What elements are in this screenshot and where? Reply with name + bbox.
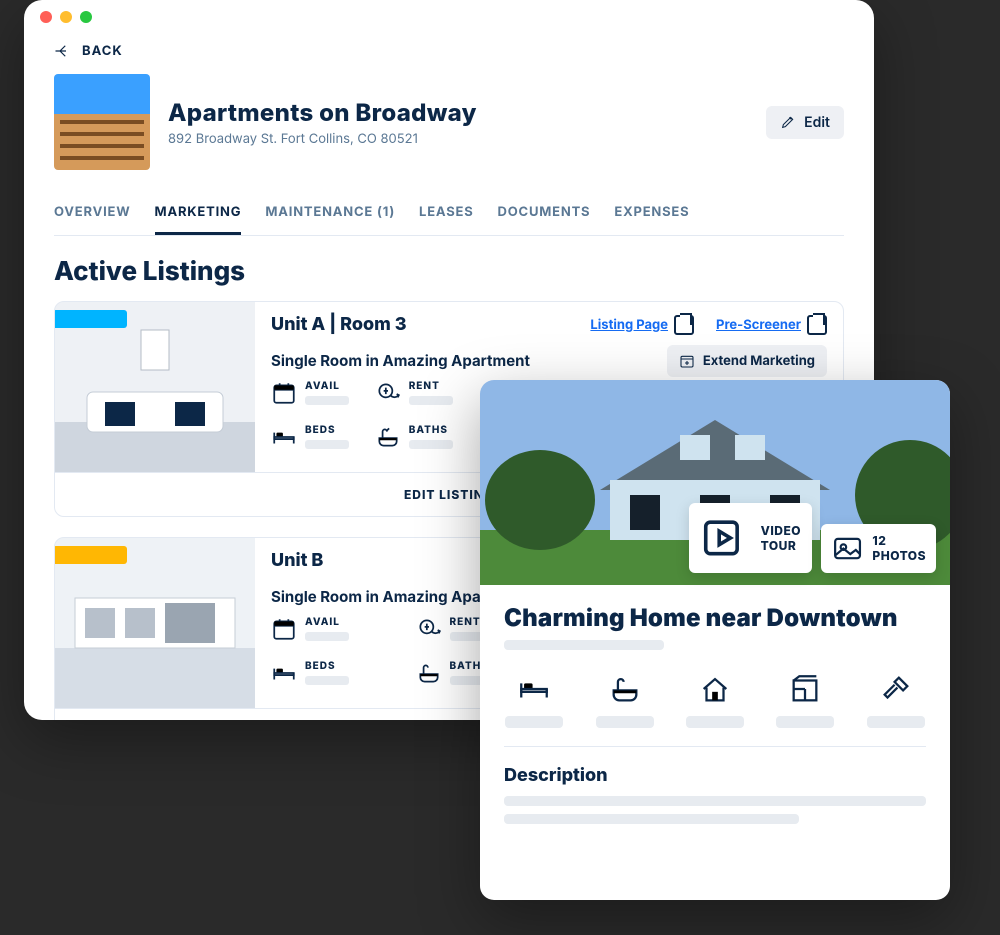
floorplan-icon — [784, 672, 826, 706]
property-title: Apartments on Broadway — [168, 98, 748, 127]
listing-unit-title: Unit B — [271, 550, 323, 571]
photos-button[interactable]: 12 PHOTOS — [821, 524, 936, 573]
minimize-window-dot[interactable] — [60, 11, 72, 23]
value-placeholder — [596, 716, 654, 728]
extend-label: Extend Marketing — [703, 353, 815, 369]
preview-spec-type — [685, 672, 745, 728]
bath-icon — [375, 424, 401, 450]
value-placeholder — [504, 640, 664, 650]
back-label: BACK — [82, 43, 123, 59]
money-icon — [416, 616, 442, 642]
external-link-icon — [674, 315, 694, 335]
extend-marketing-button[interactable]: Extend Marketing — [667, 345, 827, 377]
value-placeholder — [686, 716, 744, 728]
pre-screener-label: Pre-Screener — [716, 317, 801, 333]
value-placeholder — [504, 796, 926, 806]
property-thumbnail — [54, 74, 150, 170]
value-placeholder — [504, 814, 799, 824]
image-icon — [831, 532, 864, 565]
listing-photo — [55, 538, 255, 708]
value-placeholder — [305, 396, 349, 405]
spec-avail: AVAIL — [271, 616, 394, 642]
spec-avail: AVAIL — [271, 380, 353, 406]
listing-unit-title: Unit A | Room 3 — [271, 314, 407, 335]
preview-spec-beds — [504, 672, 564, 728]
bath-icon — [416, 660, 442, 686]
spec-baths: BATHS — [375, 424, 457, 450]
section-title-active-listings: Active Listings — [54, 256, 844, 287]
property-address: 892 Broadway St. Fort Collins, CO 80521 — [168, 131, 748, 147]
listing-preview-card: VIDEO TOUR 12 PHOTOS Charming Home near … — [480, 380, 950, 900]
listing-headline: Single Room in Amazing Apartment — [271, 351, 667, 370]
bed-icon — [271, 660, 297, 686]
tab-maintenance[interactable]: MAINTENANCE (1) — [265, 192, 395, 235]
value-placeholder — [305, 632, 349, 641]
value-placeholder — [867, 716, 925, 728]
preview-spec-sqft — [775, 672, 835, 728]
pencil-icon — [780, 114, 796, 130]
close-window-dot[interactable] — [40, 11, 52, 23]
money-icon — [375, 380, 401, 406]
listing-page-label: Listing Page — [590, 317, 668, 333]
pre-screener-link[interactable]: Pre-Screener — [716, 315, 827, 335]
preview-spec-baths — [594, 672, 654, 728]
back-button[interactable]: BACK — [54, 34, 123, 74]
edit-label: Edit — [804, 114, 830, 131]
divider — [504, 746, 926, 747]
window-titlebar — [24, 0, 874, 34]
bed-icon — [271, 424, 297, 450]
spec-beds: BEDS — [271, 660, 394, 686]
calendar-icon — [271, 380, 297, 406]
bath-icon — [604, 672, 646, 706]
video-tour-label: VIDEO TOUR — [761, 523, 802, 553]
calendar-icon — [271, 616, 297, 642]
value-placeholder — [776, 716, 834, 728]
tab-documents[interactable]: DOCUMENTS — [498, 192, 591, 235]
bed-icon — [513, 672, 555, 706]
listing-color-tag — [54, 310, 127, 328]
tab-marketing[interactable]: MARKETING — [155, 192, 242, 235]
value-placeholder — [409, 440, 453, 449]
video-tour-button[interactable]: VIDEO TOUR — [689, 503, 812, 573]
maximize-window-dot[interactable] — [80, 11, 92, 23]
play-icon — [699, 511, 753, 565]
listing-photo — [55, 302, 255, 472]
arrow-left-icon — [54, 42, 72, 60]
value-placeholder — [305, 440, 349, 449]
hammer-icon — [875, 672, 917, 706]
listing-color-tag — [54, 546, 127, 564]
value-placeholder — [305, 676, 349, 685]
spec-beds: BEDS — [271, 424, 353, 450]
spec-rent: RENT — [375, 380, 457, 406]
house-icon — [694, 672, 736, 706]
tab-expenses[interactable]: EXPENSES — [614, 192, 689, 235]
tab-overview[interactable]: OVERVIEW — [54, 192, 131, 235]
value-placeholder — [409, 396, 453, 405]
photos-label: 12 PHOTOS — [872, 533, 926, 563]
calendar-plus-icon — [679, 353, 695, 369]
preview-title: Charming Home near Downtown — [504, 603, 926, 632]
external-link-icon — [807, 315, 827, 335]
tab-leases[interactable]: LEASES — [419, 192, 473, 235]
value-placeholder — [505, 716, 563, 728]
listing-page-link[interactable]: Listing Page — [590, 315, 694, 335]
property-tabs: OVERVIEW MARKETING MAINTENANCE (1) LEASE… — [54, 192, 844, 236]
edit-property-button[interactable]: Edit — [766, 106, 844, 139]
description-heading: Description — [504, 765, 926, 786]
preview-hero-image: VIDEO TOUR 12 PHOTOS — [480, 380, 950, 585]
preview-spec-year — [866, 672, 926, 728]
